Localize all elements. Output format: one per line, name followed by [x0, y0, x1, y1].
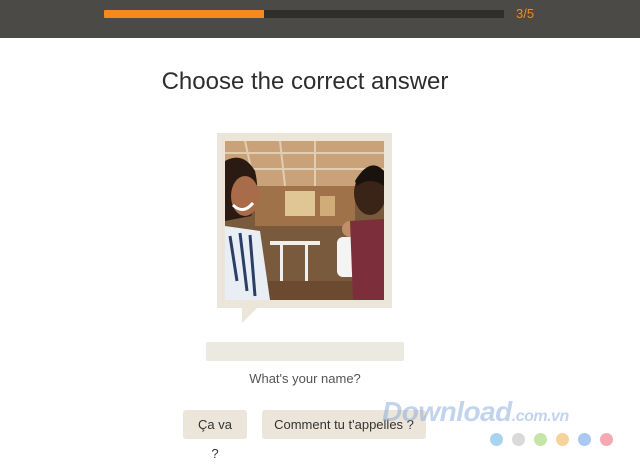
cafe-photo	[225, 141, 384, 300]
progress-bar	[104, 10, 504, 18]
watermark-suffix: .com.vn	[511, 408, 569, 425]
watermark-brand: Download	[382, 396, 512, 427]
photo-illustration	[225, 141, 384, 300]
page-title: Choose the correct answer	[161, 68, 449, 95]
photo-card	[217, 133, 392, 308]
answer-choice-ca-va[interactable]: Ça va ?	[183, 410, 247, 461]
question-text: What's your name?	[249, 371, 361, 386]
progress-counter: 3/5	[516, 6, 535, 21]
watermark-dot	[534, 433, 547, 446]
watermark-dot	[578, 433, 591, 446]
progress-header: 3/5	[0, 0, 640, 38]
speech-bubble-tail	[242, 308, 257, 323]
watermark-dot	[556, 433, 569, 446]
watermark-logo: Download.com.vn	[382, 396, 569, 428]
watermark-dot	[490, 433, 503, 446]
watermark-dot	[512, 433, 525, 446]
progress-bar-fill	[104, 10, 264, 18]
answer-slot[interactable]	[206, 342, 404, 361]
watermark-dot	[600, 433, 613, 446]
lesson-page: 3/5 Choose the correct answer What's you…	[0, 0, 640, 467]
